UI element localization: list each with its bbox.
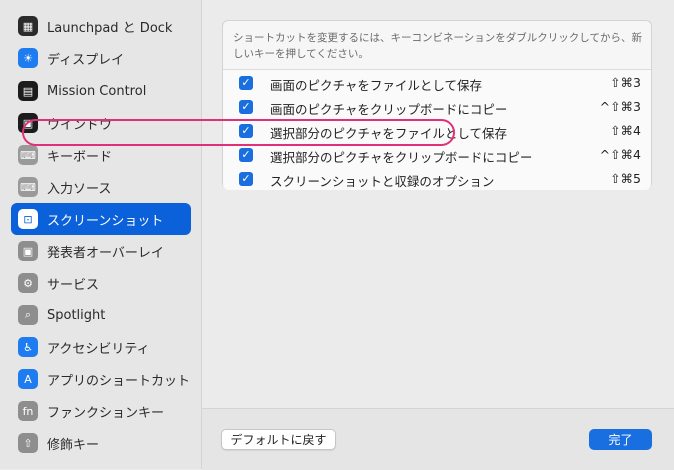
screenshot-icon: ⊡ <box>18 209 38 229</box>
sidebar-item-screenshot[interactable]: ⊡ スクリーンショット <box>11 203 191 235</box>
shortcut-label: 選択部分のピクチャをクリップボードにコピー <box>270 150 533 165</box>
sidebar-item-input-source[interactable]: ⌨ 入力ソース <box>11 171 191 203</box>
shortcut-checkbox[interactable]: ✓ <box>239 172 253 186</box>
function-keys-icon: fn <box>18 401 38 421</box>
sidebar-item-keyboard[interactable]: ⌨ キーボード <box>11 139 191 171</box>
keyboard-icon: ⌨ <box>18 145 38 165</box>
main-content: ショートカットを変更するには、キーコンビネーションをダブルクリックしてから、新し… <box>202 0 674 470</box>
sidebar-item-launchpad-dock[interactable]: ▦ Launchpad と Dock <box>11 10 191 42</box>
modifier-keys-icon: ⇧ <box>18 433 38 453</box>
shortcut-keys[interactable]: ⇧⌘3 <box>610 75 641 90</box>
sidebar-item-label: キーボード <box>47 149 113 165</box>
sidebar-item-function-keys[interactable]: fn ファンクションキー <box>11 395 191 427</box>
footer-bar: デフォルトに戻す 完了 <box>202 408 674 470</box>
shortcut-keys[interactable]: ^⇧⌘3 <box>600 99 641 114</box>
sidebar-item-services[interactable]: ⚙ サービス <box>11 267 191 299</box>
sidebar-item-label: アクセシビリティ <box>47 341 150 357</box>
sidebar: ▦ Launchpad と Dock ☀ ディスプレイ ▤ Mission Control… <box>0 0 202 469</box>
window-icon: ▣ <box>18 113 38 133</box>
shortcut-row[interactable]: ✓ 画面のピクチャをクリップボードにコピー ^⇧⌘3 <box>223 95 651 119</box>
shortcut-row[interactable]: ✓ 画面のピクチャをファイルとして保存 ⇧⌘3 <box>223 71 651 95</box>
sidebar-item-label: Spotlight <box>47 307 106 323</box>
shortcut-row[interactable]: ✓ スクリーンショットと収録のオプション ⇧⌘5 <box>223 167 651 191</box>
sidebar-item-window[interactable]: ▣ ウインドウ <box>11 107 191 139</box>
mission-control-icon: ▤ <box>18 81 38 101</box>
app-shortcuts-icon: A <box>18 369 38 389</box>
shortcut-keys[interactable]: ⇧⌘5 <box>610 171 641 186</box>
shortcut-label: スクリーンショットと収録のオプション <box>270 174 495 189</box>
shortcut-label: 画面のピクチャをファイルとして保存 <box>270 78 483 93</box>
sidebar-item-label: サービス <box>47 277 100 293</box>
instructions-text: ショートカットを変更するには、キーコンビネーションをダブルクリックしてから、新し… <box>233 32 642 60</box>
sidebar-item-label: Mission Control <box>47 83 147 99</box>
sidebar-item-label: ディスプレイ <box>47 52 125 68</box>
shortcut-checkbox[interactable]: ✓ <box>239 148 253 162</box>
shortcut-keys[interactable]: ^⇧⌘4 <box>600 147 641 162</box>
accessibility-icon: ♿ <box>18 337 38 357</box>
shortcut-checkbox[interactable]: ✓ <box>239 100 253 114</box>
sidebar-item-label: 発表者オーバーレイ <box>47 245 164 261</box>
sidebar-item-display[interactable]: ☀ ディスプレイ <box>11 42 191 74</box>
sidebar-item-accessibility[interactable]: ♿ アクセシビリティ <box>11 331 191 363</box>
sidebar-item-label: 修飾キー <box>47 437 100 453</box>
shortcut-label: 選択部分のピクチャをファイルとして保存 <box>270 126 508 141</box>
sidebar-item-label: スクリーンショット <box>47 213 164 229</box>
shortcut-label: 画面のピクチャをクリップボードにコピー <box>270 102 508 117</box>
sidebar-item-label: ファンクションキー <box>47 405 165 421</box>
restore-defaults-button[interactable]: デフォルトに戻す <box>221 429 336 450</box>
shortcuts-list: ✓ 画面のピクチャをファイルとして保存 ⇧⌘3 ✓ 画面のピクチャをクリップボードにコピ… <box>223 69 651 190</box>
done-button[interactable]: 完了 <box>589 429 652 450</box>
sidebar-item-mission-control[interactable]: ▤ Mission Control <box>11 75 191 107</box>
presenter-overlay-icon: ▣ <box>18 241 38 261</box>
sidebar-item-label: ウインドウ <box>47 117 113 133</box>
display-icon: ☀ <box>18 48 38 68</box>
spotlight-icon: ⌕ <box>18 305 38 325</box>
launchpad-dock-icon: ▦ <box>18 16 38 36</box>
shortcut-checkbox[interactable]: ✓ <box>239 76 253 90</box>
shortcut-keys[interactable]: ⇧⌘4 <box>610 123 641 138</box>
services-icon: ⚙ <box>18 273 38 293</box>
sidebar-item-label: 入力ソース <box>47 181 112 197</box>
shortcuts-panel: ショートカットを変更するには、キーコンビネーションをダブルクリックしてから、新し… <box>222 20 652 190</box>
shortcut-checkbox[interactable]: ✓ <box>239 124 253 138</box>
sidebar-item-label: アプリのショートカット <box>47 373 191 389</box>
sidebar-item-app-shortcuts[interactable]: A アプリのショートカット <box>11 363 191 395</box>
sidebar-item-presenter-overlay[interactable]: ▣ 発表者オーバーレイ <box>11 235 191 267</box>
input-source-icon: ⌨ <box>18 177 38 197</box>
sidebar-item-label: Launchpad と Dock <box>47 20 173 36</box>
sidebar-item-modifier-keys[interactable]: ⇧ 修飾キー <box>11 427 191 459</box>
shortcut-row[interactable]: ✓ 選択部分のピクチャをファイルとして保存 ⇧⌘4 <box>223 119 651 143</box>
shortcut-row[interactable]: ✓ 選択部分のピクチャをクリップボードにコピー ^⇧⌘4 <box>223 143 651 167</box>
sidebar-item-spotlight[interactable]: ⌕ Spotlight <box>11 299 191 331</box>
